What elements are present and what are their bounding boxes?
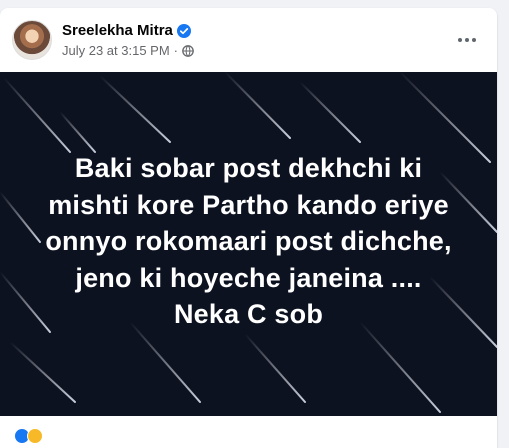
post-text-line: Neka C sob <box>173 299 324 329</box>
post-text-line: Baki sobar post dekhchi ki <box>74 153 423 183</box>
post-text: Baki sobar post dekhchi ki mishti kore P… <box>20 150 477 333</box>
post-card: Sreelekha Mitra July 23 at 3:15 PM · Bak… <box>0 8 497 448</box>
post-text-background[interactable]: Baki sobar post dekhchi ki mishti kore P… <box>0 72 497 416</box>
avatar[interactable] <box>12 20 52 60</box>
post-text-line: jeno ki hoyeche janeina .... <box>75 262 422 293</box>
verified-badge-icon <box>176 23 191 38</box>
meta-separator: · <box>173 43 179 58</box>
author-name[interactable]: Sreelekha Mitra <box>62 22 173 39</box>
author-row: Sreelekha Mitra <box>62 22 191 39</box>
post-timestamp[interactable]: July 23 at 3:15 PM <box>62 43 170 58</box>
globe-icon[interactable] <box>182 44 194 57</box>
more-options-button[interactable] <box>449 22 485 58</box>
post-text-line: onnyo rokomaari post dichche, <box>45 226 452 256</box>
reaction-icons[interactable] <box>14 428 43 444</box>
post-header: Sreelekha Mitra July 23 at 3:15 PM · <box>12 18 485 62</box>
post-meta: July 23 at 3:15 PM · <box>62 43 194 58</box>
post-text-line: mishti kore Partho kando eriye <box>48 189 449 220</box>
haha-reaction-icon <box>27 428 43 444</box>
more-options-icon <box>458 38 476 42</box>
